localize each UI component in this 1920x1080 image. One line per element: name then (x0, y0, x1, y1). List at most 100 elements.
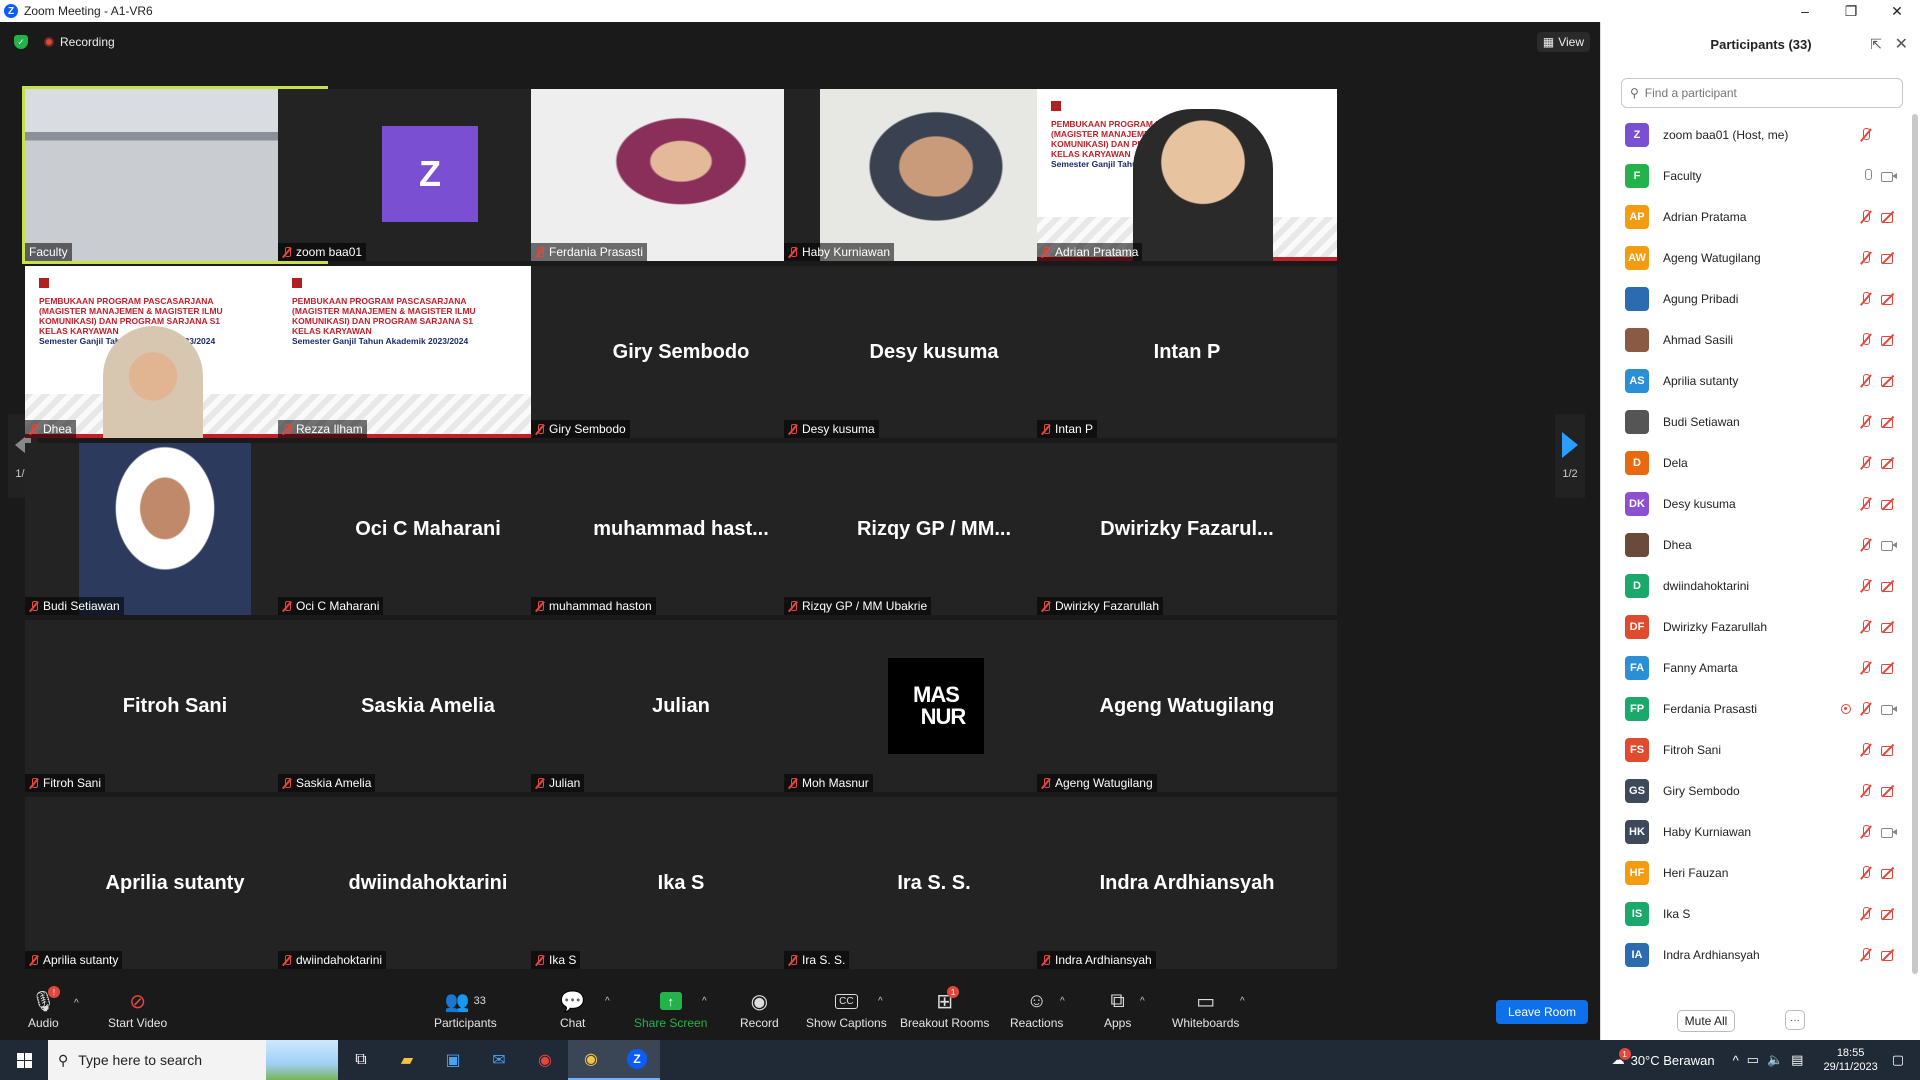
participant-row[interactable]: AP Adrian Pratama (1601, 196, 1911, 237)
mic-muted-icon[interactable] (1859, 783, 1873, 798)
zoom-taskbar-icon[interactable]: Z (614, 1040, 660, 1080)
start-button[interactable] (0, 1040, 48, 1080)
chat-button[interactable]: 💬 Chat (560, 988, 585, 1031)
apps-button[interactable]: ⧉ Apps (1104, 988, 1131, 1031)
apps-options-caret[interactable]: ^ (1140, 996, 1145, 1007)
recording-indicator[interactable]: Recording (44, 35, 115, 49)
camera-off-icon[interactable] (1881, 375, 1897, 387)
taskbar-search[interactable]: ⚲ Type here to search (48, 1040, 338, 1080)
participant-list-scrollbar[interactable] (1912, 114, 1918, 1004)
audio-button[interactable]: 🎙! Audio (28, 986, 61, 1030)
camera-off-icon[interactable] (1881, 252, 1897, 264)
participants-button[interactable]: 👥 33 Participants (434, 988, 497, 1031)
mic-muted-icon[interactable] (1859, 291, 1873, 306)
camera-off-icon[interactable] (1881, 744, 1897, 756)
participant-row[interactable]: Agung Pribadi (1601, 278, 1911, 319)
mic-muted-icon[interactable] (1859, 537, 1873, 552)
view-button[interactable]: ▦ View (1536, 32, 1590, 52)
video-tile[interactable]: PEMBUKAAN PROGRAM PASCASARJANA (MAGISTER … (1037, 89, 1337, 261)
mic-muted-icon[interactable] (1859, 455, 1873, 470)
participant-row[interactable]: GS Giry Sembodo (1601, 770, 1911, 811)
participant-row[interactable]: Ddwiindahoktarini (1601, 565, 1911, 606)
mic-muted-icon[interactable] (1859, 332, 1873, 347)
video-tile[interactable]: Dwirizky Fazarul... Dwirizky Fazarullah (1037, 443, 1337, 615)
video-tile[interactable]: Ageng Watugilang Ageng Watugilang (1037, 620, 1337, 792)
participant-row[interactable]: HF Heri Fauzan (1601, 852, 1911, 893)
store-icon[interactable]: ▣ (430, 1040, 476, 1080)
mic-muted-icon[interactable] (1859, 127, 1873, 142)
share-options-caret[interactable]: ^ (702, 996, 707, 1007)
leave-room-button[interactable]: Leave Room (1496, 1000, 1588, 1024)
participant-row[interactable]: FP Ferdania Prasasti (1601, 688, 1911, 729)
mic-muted-icon[interactable] (1859, 578, 1873, 593)
mic-icon[interactable] (1863, 168, 1873, 183)
breakout-rooms-button[interactable]: ⊞ 1 Breakout Rooms (900, 986, 989, 1030)
participants-options-caret[interactable]: ^ (605, 996, 610, 1007)
participant-search-input[interactable] (1644, 86, 1885, 100)
language-icon[interactable]: ▤ (1791, 1052, 1803, 1068)
whiteboards-options-caret[interactable]: ^ (1240, 996, 1245, 1007)
participant-row[interactable]: FS Fitroh Sani (1601, 729, 1911, 770)
notifications-icon[interactable]: ▢ (1892, 1052, 1904, 1068)
record-button[interactable]: ◉ Record (740, 988, 779, 1031)
mic-muted-icon[interactable] (1859, 701, 1873, 716)
mail-icon[interactable]: ✉ (476, 1040, 522, 1080)
camera-icon[interactable] (1881, 703, 1897, 715)
mic-muted-icon[interactable] (1859, 947, 1873, 962)
volume-icon[interactable]: 🔈 (1767, 1052, 1783, 1068)
mic-muted-icon[interactable] (1859, 414, 1873, 429)
camera-off-icon[interactable] (1881, 334, 1897, 346)
participant-row[interactable]: F Faculty (1601, 155, 1911, 196)
camera-off-icon[interactable] (1881, 785, 1897, 797)
participant-row[interactable]: FA Fanny Amarta (1601, 647, 1911, 688)
participant-row[interactable]: IA Indra Ardhiansyah (1601, 934, 1911, 975)
file-explorer-icon[interactable]: ▰ (384, 1040, 430, 1080)
mute-all-button[interactable]: Mute All (1677, 1010, 1735, 1032)
mic-muted-icon[interactable] (1859, 496, 1873, 511)
participant-row[interactable]: Ahmad Sasili (1601, 319, 1911, 360)
camera-off-icon[interactable] (1881, 293, 1897, 305)
participant-row[interactable]: AW Ageng Watugilang (1601, 237, 1911, 278)
close-panel-icon[interactable]: ✕ (1895, 34, 1908, 54)
mic-muted-icon[interactable] (1859, 742, 1873, 757)
camera-icon[interactable] (1881, 826, 1897, 838)
participant-row[interactable]: Dhea (1601, 524, 1911, 565)
camera-off-icon[interactable] (1881, 211, 1897, 223)
audio-options-caret[interactable]: ^ (74, 998, 79, 1009)
camera-off-icon[interactable] (1881, 662, 1897, 674)
start-video-button[interactable]: ⊘ Start Video (108, 988, 167, 1031)
reactions-button[interactable]: ☺ Reactions (1010, 988, 1063, 1031)
camera-off-icon[interactable] (1881, 580, 1897, 592)
camera-off-icon[interactable] (1881, 867, 1897, 879)
maximize-icon[interactable]: ❐ (1828, 0, 1874, 22)
show-captions-button[interactable]: CC Show Captions (806, 988, 887, 1030)
mic-muted-icon[interactable] (1859, 619, 1873, 634)
participant-row[interactable]: DK Desy kusuma (1601, 483, 1911, 524)
weather-text[interactable]: 30°C Berawan (1631, 1053, 1715, 1068)
more-options-button[interactable]: ··· (1785, 1010, 1805, 1030)
reactions-options-caret[interactable]: ^ (1060, 996, 1065, 1007)
participant-row[interactable]: AS Aprilia sutanty (1601, 360, 1911, 401)
tray-overflow-icon[interactable]: ^ (1733, 1053, 1739, 1068)
camera-off-icon[interactable] (1881, 621, 1897, 633)
chrome-icon[interactable]: ◉ (522, 1040, 568, 1080)
mic-muted-icon[interactable] (1859, 865, 1873, 880)
camera-off-icon[interactable] (1881, 416, 1897, 428)
participant-row[interactable]: IS Ika S (1601, 893, 1911, 934)
participant-search[interactable]: ⚲ (1621, 78, 1903, 108)
mic-muted-icon[interactable] (1859, 824, 1873, 839)
chrome-profile-icon[interactable]: ◉ (568, 1040, 614, 1080)
captions-options-caret[interactable]: ^ (878, 996, 883, 1007)
mic-muted-icon[interactable] (1859, 250, 1873, 265)
camera-off-icon[interactable] (1881, 498, 1897, 510)
video-tile[interactable]: Indra Ardhiansyah Indra Ardhiansyah (1037, 797, 1337, 969)
mic-muted-icon[interactable] (1859, 660, 1873, 675)
video-tile[interactable]: Intan P Intan P (1037, 266, 1337, 438)
participant-row[interactable]: Zzoom baa01 (Host, me) (1601, 114, 1911, 155)
mic-muted-icon[interactable] (1859, 373, 1873, 388)
popout-icon[interactable]: ⇱ (1870, 36, 1882, 53)
participant-row[interactable]: Budi Setiawan (1601, 401, 1911, 442)
camera-off-icon[interactable] (1881, 908, 1897, 920)
camera-off-icon[interactable] (1881, 949, 1897, 961)
mic-muted-icon[interactable] (1859, 209, 1873, 224)
